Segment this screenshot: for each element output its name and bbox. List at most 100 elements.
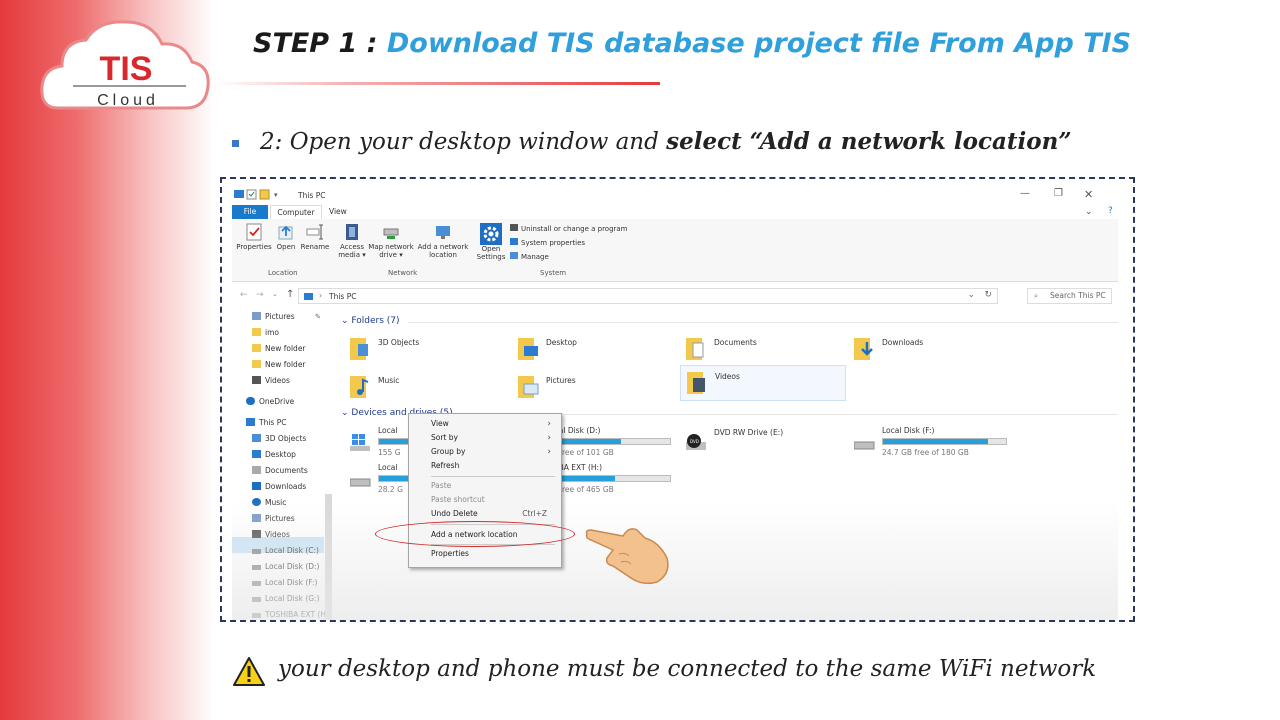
menu-item-group-by[interactable]: Group by › (431, 446, 557, 458)
menu-label: Group by (431, 447, 466, 456)
nav-item-pictures-2[interactable]: Pictures (252, 512, 295, 526)
nav-item-pictures[interactable]: Pictures ✎ (252, 310, 321, 324)
pin-icon: ✎ (314, 312, 321, 321)
ribbon: Properties Open Rename Access media ▾ Ma… (232, 219, 1118, 282)
drive-usage-bar (546, 475, 671, 482)
drive-usage-bar (546, 438, 671, 445)
nav-item-documents[interactable]: Documents (252, 464, 308, 478)
nav-item-downloads[interactable]: Downloads (252, 480, 306, 494)
folder-desktop[interactable]: Desktop (518, 332, 678, 368)
slide-title: STEP 1 : Download TIS database project f… (253, 28, 1131, 59)
properties-icon (246, 223, 262, 241)
system-properties-item[interactable]: System properties (510, 238, 585, 247)
access-media-label: Access media ▾ (338, 243, 366, 259)
refresh-icon[interactable]: ↻ (984, 290, 992, 300)
open-button[interactable]: Open (274, 223, 298, 251)
nav-item-disk-c[interactable]: Local Disk (C:) (252, 544, 319, 558)
title-underline (215, 82, 660, 85)
drive-icon (252, 565, 261, 570)
nav-item-imo[interactable]: imo (252, 326, 279, 340)
nav-item-3d-objects[interactable]: 3D Objects (252, 432, 306, 446)
rename-label: Rename (300, 243, 330, 251)
map-drive-label: Map network drive ▾ (368, 243, 414, 259)
chevron-down-icon[interactable]: ⌄ (1085, 207, 1093, 217)
address-bar[interactable]: › This PC ⌄ ↻ (298, 288, 998, 304)
up-arrow-icon[interactable]: ↑ (286, 289, 294, 300)
menu-item-paste-shortcut[interactable]: Paste shortcut (431, 494, 485, 506)
menu-item-paste[interactable]: Paste (431, 480, 451, 492)
documents-icon (252, 466, 261, 474)
address-dropdown-icon[interactable]: ⌄ (967, 290, 975, 300)
navigation-pane: Pictures ✎ imo New folder New folder Vide… (232, 308, 332, 620)
help-icon[interactable]: ? (1108, 206, 1113, 216)
drive-icon (252, 581, 261, 586)
chevron-down-icon: ⌄ (341, 408, 352, 418)
uninstall-program-item[interactable]: Uninstall or change a program (510, 224, 628, 233)
nav-item-this-pc[interactable]: This PC (246, 416, 286, 430)
menu-item-sort-by[interactable]: Sort by › (431, 432, 557, 444)
map-network-drive-button[interactable]: Map network drive ▾ (368, 223, 414, 259)
forward-arrow-icon[interactable]: → (256, 290, 264, 300)
properties-label: Properties (236, 243, 272, 251)
3d-objects-icon (252, 434, 261, 442)
folder-downloads[interactable]: Downloads (854, 332, 1014, 368)
address-text: This PC (329, 292, 357, 301)
restore-icon[interactable]: ❐ (1054, 188, 1063, 199)
breadcrumb-separator-icon: › (319, 291, 322, 300)
svg-text:▾: ▾ (274, 191, 278, 199)
rename-button[interactable]: Rename (300, 223, 330, 251)
tab-view[interactable]: View (329, 205, 347, 219)
nav-item-videos[interactable]: Videos (252, 374, 290, 388)
warning-icon (233, 657, 265, 686)
nav-item-music[interactable]: Music (252, 496, 286, 510)
nav-item-disk-g[interactable]: Local Disk (G:) (252, 592, 320, 606)
nav-item-disk-d[interactable]: Local Disk (D:) (252, 560, 319, 574)
manage-item[interactable]: Manage (510, 252, 549, 261)
drive-dvd-e[interactable]: DVD DVD RW Drive (E:) (686, 426, 876, 462)
menu-label: Undo Delete (431, 509, 478, 518)
nav-item-desktop[interactable]: Desktop (252, 448, 296, 462)
folder-videos[interactable]: Videos (680, 365, 846, 401)
nav-item-new-folder[interactable]: New folder (252, 342, 306, 356)
nav-label: Documents (265, 466, 308, 475)
menu-item-properties[interactable]: Properties (431, 548, 469, 560)
menu-label: View (431, 419, 449, 428)
recent-dropdown-icon[interactable]: ⌄ (272, 290, 278, 298)
explorer-window: ▾ This PC — ❐ ✕ File Computer View ⌄ ? P… (232, 184, 1118, 620)
nav-item-onedrive[interactable]: OneDrive (246, 395, 294, 409)
folder-3d-objects[interactable]: 3D Objects (350, 332, 510, 368)
folders-section-header[interactable]: ⌄ Folders (7) (341, 316, 400, 326)
add-network-location-button[interactable]: Add a network location (416, 223, 470, 259)
minimize-icon[interactable]: — (1020, 188, 1030, 199)
highlight-ellipse (375, 521, 575, 547)
nav-item-toshiba[interactable]: TOSHIBA EXT (H (252, 608, 326, 620)
dvd-icon: DVD (686, 434, 706, 450)
tab-computer[interactable]: Computer (270, 205, 322, 220)
manage-label: Manage (521, 253, 549, 261)
open-settings-button[interactable]: Open Settings (476, 223, 506, 261)
nav-label: TOSHIBA EXT (H (265, 610, 327, 619)
nav-label: Desktop (265, 450, 296, 459)
access-media-button[interactable]: Access media ▾ (338, 223, 366, 259)
search-input[interactable]: ⌕ Search This PC (1027, 288, 1112, 304)
menu-item-refresh[interactable]: Refresh (431, 460, 459, 472)
back-arrow-icon[interactable]: ← (240, 290, 248, 300)
menu-item-undo-delete[interactable]: Undo Delete Ctrl+Z (431, 508, 557, 520)
drive-local-f[interactable]: Local Disk (F:) 24.7 GB free of 180 GB (854, 426, 1044, 462)
3d-objects-icon (350, 338, 368, 360)
pictures-icon (252, 312, 261, 320)
nav-item-videos-2[interactable]: Videos (252, 528, 290, 542)
bullet-text: 2: Open your desktop window and (260, 129, 667, 155)
nav-scrollbar[interactable] (325, 494, 332, 620)
folder-documents[interactable]: Documents (686, 332, 846, 368)
menu-separator (431, 476, 555, 477)
tab-file[interactable]: File (232, 205, 268, 219)
folder-music[interactable]: Music (350, 370, 510, 406)
nav-item-disk-f[interactable]: Local Disk (F:) (252, 576, 317, 590)
folder-pictures[interactable]: Pictures (518, 370, 678, 406)
nav-item-new-folder-2[interactable]: New folder (252, 358, 306, 372)
nav-label: imo (265, 328, 279, 337)
close-icon[interactable]: ✕ (1084, 188, 1093, 201)
properties-button[interactable]: Properties (236, 223, 272, 251)
menu-item-view[interactable]: View › (431, 418, 557, 430)
